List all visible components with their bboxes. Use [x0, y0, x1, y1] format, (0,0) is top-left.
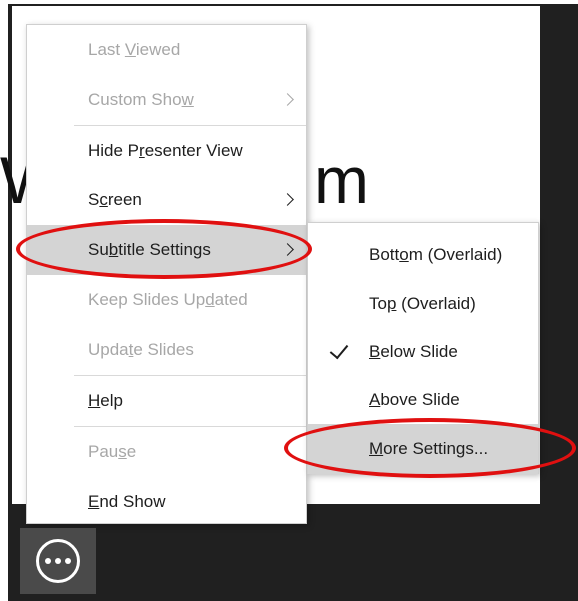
menu-item-hide-presenter-view[interactable]: Hide Presenter View: [27, 126, 306, 176]
chevron-right-icon: [281, 193, 294, 206]
menu-item-label: Top (Overlaid): [369, 294, 476, 313]
ellipsis-dot: [55, 558, 61, 564]
menu-item-label: Keep Slides Updated: [88, 290, 248, 309]
ellipsis-dot: [45, 558, 51, 564]
submenu-item-bottom-overlaid[interactable]: Bottom (Overlaid): [308, 230, 538, 280]
submenu-item-below-slide[interactable]: Below Slide: [308, 327, 538, 377]
menu-item-screen[interactable]: Screen: [27, 175, 306, 225]
menu-item-help[interactable]: Help: [27, 376, 306, 426]
menu-item-label: Above Slide: [369, 390, 460, 409]
menu-item-label: Below Slide: [369, 342, 458, 361]
menu-item-label: Help: [88, 391, 123, 410]
checkmark-icon: [329, 339, 349, 360]
menu-item-label: Update Slides: [88, 340, 194, 359]
menu-item-label: Hide Presenter View: [88, 141, 243, 160]
annotation-ellipse-more-settings: [284, 418, 576, 478]
menu-item-keep-slides-updated[interactable]: Keep Slides Updated: [27, 275, 306, 325]
menu-item-last-viewed[interactable]: Last Viewed: [27, 25, 306, 75]
menu-item-custom-show[interactable]: Custom Show: [27, 75, 306, 125]
more-options-button[interactable]: [20, 528, 96, 594]
menu-item-label: Screen: [88, 190, 142, 209]
annotation-ellipse-subtitle-settings: [16, 219, 312, 279]
chevron-right-icon: [281, 93, 294, 106]
menu-item-label: Pause: [88, 442, 137, 461]
menu-item-pause[interactable]: Pause: [27, 427, 306, 477]
menu-item-update-slides[interactable]: Update Slides: [27, 325, 306, 375]
slide-title-right-fragment: m: [314, 143, 370, 217]
ellipsis-dot: [65, 558, 71, 564]
menu-item-label: End Show: [88, 492, 166, 511]
menu-item-label: Custom Show: [88, 90, 194, 109]
menu-item-label: Bottom (Overlaid): [369, 245, 503, 264]
submenu-item-top-overlaid[interactable]: Top (Overlaid): [308, 279, 538, 329]
ellipsis-icon: [36, 539, 80, 583]
menu-item-label: Last Viewed: [88, 40, 181, 59]
menu-item-end-show[interactable]: End Show: [27, 477, 306, 527]
